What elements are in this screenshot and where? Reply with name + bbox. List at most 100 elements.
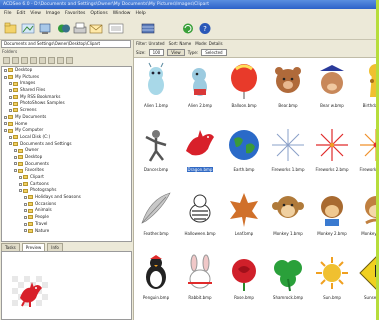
tree-item[interactable]: Local Disk (C:) [2,134,131,141]
menu-view[interactable]: View [30,11,41,16]
thumbnail-item[interactable]: Feather.bmp [134,187,178,249]
expand-icon[interactable] [19,182,22,186]
tree-item[interactable]: Cartoons [2,181,131,188]
expand-icon[interactable] [24,215,27,219]
tree-item[interactable]: Documents [2,161,131,168]
thumbnail-item[interactable]: Alien 1.bmp [134,59,178,121]
thumbnail-item[interactable]: Monkey 1.bmp [266,187,310,249]
expand-icon[interactable] [24,209,27,213]
expand-icon[interactable] [4,122,7,126]
tree-item[interactable]: Holidays and Seasons [2,194,131,201]
thumbnail-item[interactable]: Leaf.bmp [222,187,266,249]
tree-item[interactable]: My Pictures [2,74,131,81]
thumbnail-item[interactable]: Dragon.bmp [178,123,222,185]
tree-item[interactable]: Animals [2,207,131,214]
thumbnail-item[interactable]: Alien 2.bmp [178,59,222,121]
tree-item[interactable]: Screens [2,107,131,114]
expand-icon[interactable] [9,135,12,139]
thumbnail-item[interactable]: Fireworks 1.bmp [266,123,310,185]
tree-item[interactable]: People [2,214,131,221]
thumbnail-item[interactable]: Fireworks 2.bmp [310,123,354,185]
thumbnail-item[interactable]: Shamrock.bmp [266,251,310,313]
expand-icon[interactable] [4,68,7,72]
tree-item[interactable]: Documents and Settings [2,141,131,148]
expand-icon[interactable] [14,169,17,173]
paste-icon[interactable] [39,56,46,64]
tree-item[interactable]: My Computer [2,127,131,134]
tree-item[interactable]: Occasions [2,201,131,208]
expand-icon[interactable] [14,149,17,153]
folder-tree[interactable]: Desktop My Pictures Images Shared Files My R… [1,66,132,242]
thumbnail-item[interactable]: Bear w.bmp [310,59,354,121]
view-icon[interactable] [37,21,53,36]
properties-icon[interactable] [57,56,64,64]
menu-image[interactable]: Image [46,11,60,16]
expand-icon[interactable] [24,229,27,233]
tree-item[interactable]: Travel [2,221,131,228]
expand-icon[interactable] [4,129,7,133]
thumbnail-item[interactable]: Bear.bmp [266,59,310,121]
folder-up-icon[interactable] [3,56,10,64]
expand-icon[interactable] [24,202,27,206]
thumbnail-item[interactable]: Fireworks 3.bmp [354,123,379,185]
expand-icon[interactable] [9,142,12,146]
thumbnail-item[interactable]: Rabbit.bmp [178,251,222,313]
menu-options[interactable]: Options [90,11,107,16]
menu-help[interactable]: Help [135,11,145,16]
tree-item[interactable]: Desktop [2,67,131,74]
tree-item[interactable]: Images [2,80,131,87]
thumbnail-item[interactable]: Rose.bmp [222,251,266,313]
new-folder-icon[interactable] [12,56,19,64]
edit-icon[interactable] [56,21,72,36]
menu-window[interactable]: Window [113,11,131,16]
browse-icon[interactable] [20,21,36,36]
tree-item[interactable]: Clipart [2,174,131,181]
tree-item[interactable]: Home [2,121,131,128]
expand-icon[interactable] [9,108,12,112]
expand-icon[interactable] [9,95,12,99]
email-icon[interactable] [88,21,104,36]
tab-info[interactable]: Info [47,243,63,251]
tree-item[interactable]: My Documents [2,114,131,121]
expand-icon[interactable] [14,155,17,159]
expand-icon[interactable] [9,82,12,86]
menu-file[interactable]: File [4,11,12,16]
thumbnail-item[interactable]: Penguin.bmp [134,251,178,313]
thumbnail-item[interactable]: Dancer.bmp [134,123,178,185]
tree-item[interactable]: Photographs [2,187,131,194]
menu-edit[interactable]: Edit [17,11,26,16]
expand-icon[interactable] [19,175,22,179]
filter-tab[interactable]: Filter: Unrated [136,41,165,46]
mode-tab[interactable]: Mode: Details [195,41,222,46]
thumbnail-item[interactable]: Sunset.bmp [354,251,379,313]
print-icon[interactable] [72,21,88,36]
thumbnail-item[interactable]: Balloon.bmp [222,59,266,121]
size-select[interactable]: 100 [148,48,165,56]
expand-icon[interactable] [4,115,7,119]
thumbnail-item[interactable]: Birthday.bmp [354,59,379,121]
delete-icon[interactable] [48,56,55,64]
slideshow-icon[interactable] [108,21,124,36]
sort-tab[interactable]: Sort: Name [169,41,192,46]
copy-icon[interactable] [30,56,37,64]
tree-item[interactable]: PhotoShows Samples [2,100,131,107]
expand-icon[interactable] [19,189,22,193]
expand-icon[interactable] [9,102,12,106]
archive-icon[interactable] [140,21,156,36]
expand-icon[interactable] [9,88,12,92]
help-icon[interactable]: ? [197,21,213,36]
tree-item[interactable]: My RSS Bookmarks [2,94,131,101]
expand-icon[interactable] [24,195,27,199]
thumbnail-item[interactable]: Monkey 3.bmp [354,187,379,249]
location-field[interactable]: Documents and Settings\Owner\Desktop\Cli… [1,40,131,48]
expand-icon[interactable] [14,162,17,166]
thumbnail-item[interactable]: Monkey 2.bmp [310,187,354,249]
thumbnail-item[interactable]: Halloween.bmp [178,187,222,249]
tree-item[interactable]: Desktop [2,154,131,161]
thumbnail-item[interactable]: Earth.bmp [222,123,266,185]
tree-item[interactable]: Favorites [2,167,131,174]
refresh-icon[interactable] [180,21,196,36]
tab-tasks[interactable]: Tasks [1,243,20,251]
tree-item[interactable]: Shared Files [2,87,131,94]
thumbnail-item[interactable]: Sun.bmp [310,251,354,313]
